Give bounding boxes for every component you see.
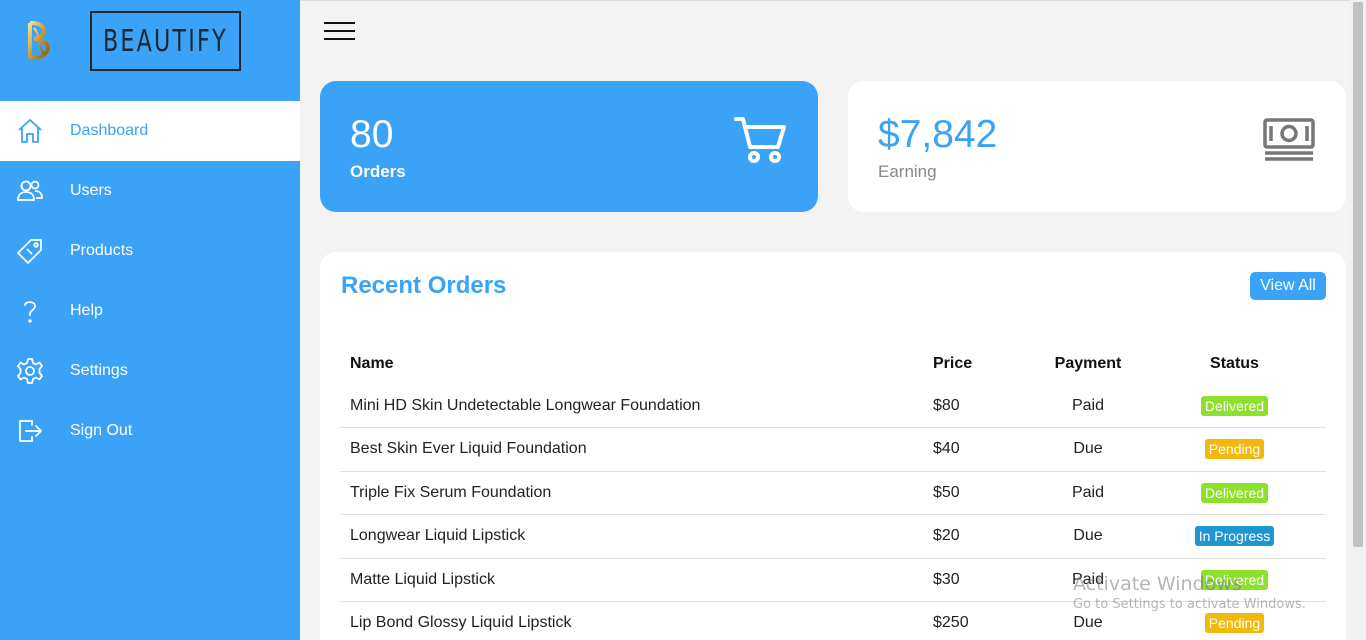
orders-card: 80 Orders	[320, 81, 818, 212]
orders-label: Orders	[350, 162, 406, 181]
status-badge: Delivered	[1200, 482, 1269, 503]
sidebar: BEAUTIFY Dashboard Users Products Help S…	[0, 0, 300, 640]
order-price: $250	[933, 601, 1033, 640]
table-row[interactable]: Triple Fix Serum Foundation $50 Paid Del…	[340, 471, 1326, 515]
order-payment: Paid	[1033, 471, 1143, 515]
windows-activation-watermark: Activate Windows Go to Settings to activ…	[1073, 573, 1306, 612]
table-row[interactable]: Mini HD Skin Undetectable Longwear Found…	[340, 384, 1326, 428]
watermark-subtitle: Go to Settings to activate Windows.	[1073, 597, 1306, 612]
brand-name: BEAUTIFY	[103, 23, 228, 59]
users-icon	[17, 180, 43, 201]
sidebar-item-label: Users	[70, 182, 112, 199]
sidebar-item-label: Dashboard	[70, 122, 149, 139]
vertical-scrollbar[interactable]	[1350, 0, 1366, 640]
order-name: Matte Liquid Lipstick	[340, 558, 933, 602]
order-name: Mini HD Skin Undetectable Longwear Found…	[340, 384, 933, 428]
order-price: $50	[933, 471, 1033, 515]
column-header-status[interactable]: Status	[1143, 344, 1326, 384]
sidebar-item-settings[interactable]: Settings	[0, 341, 300, 401]
main-content: 80 Orders $7,842 Earning Recent Orders V…	[300, 0, 1350, 640]
money-icon	[1263, 118, 1315, 161]
scrollbar-thumb[interactable]	[1353, 2, 1363, 547]
sign-out-icon	[19, 420, 42, 442]
earning-card: $7,842 Earning	[848, 81, 1346, 212]
order-price: $80	[933, 384, 1033, 428]
order-price: $40	[933, 427, 1033, 472]
column-header-name[interactable]: Name	[340, 344, 933, 384]
sidebar-item-help[interactable]: Help	[0, 281, 300, 341]
sidebar-item-products[interactable]: Products	[0, 221, 300, 281]
brand-wordmark[interactable]: BEAUTIFY	[90, 11, 241, 71]
table-header-row: Name Price Payment Status	[340, 344, 1326, 384]
sidebar-item-sign-out[interactable]: Sign Out	[0, 401, 300, 461]
earning-value: $7,842	[878, 113, 998, 156]
tag-icon	[17, 239, 42, 264]
column-header-price[interactable]: Price	[933, 344, 1033, 384]
brand-header: BEAUTIFY	[0, 0, 300, 101]
order-name: Best Skin Ever Liquid Foundation	[340, 427, 933, 472]
hamburger-icon[interactable]	[324, 22, 355, 42]
recent-orders-title: Recent Orders	[341, 272, 507, 299]
sidebar-item-label: Products	[70, 242, 134, 259]
question-icon	[24, 301, 36, 323]
order-payment: Due	[1033, 427, 1143, 472]
order-payment: Due	[1033, 514, 1143, 559]
sidebar-item-dashboard[interactable]: Dashboard	[0, 101, 300, 161]
table-row[interactable]: Longwear Liquid Lipstick $20 Due In Prog…	[340, 514, 1326, 559]
order-price: $30	[933, 558, 1033, 602]
order-name: Triple Fix Serum Foundation	[340, 471, 933, 515]
sidebar-item-label: Settings	[70, 362, 128, 379]
order-name: Longwear Liquid Lipstick	[340, 514, 933, 559]
status-badge: Pending	[1204, 613, 1265, 634]
order-name: Lip Bond Glossy Liquid Lipstick	[340, 601, 933, 640]
status-badge: Delivered	[1200, 395, 1269, 416]
order-price: $20	[933, 514, 1033, 559]
top-divider	[300, 0, 1350, 1]
sidebar-item-users[interactable]: Users	[0, 161, 300, 221]
order-payment: Paid	[1033, 384, 1143, 428]
cart-icon	[734, 117, 786, 163]
table-row[interactable]: Best Skin Ever Liquid Foundation $40 Due…	[340, 427, 1326, 472]
gear-icon	[17, 358, 43, 384]
b-monogram-logo	[28, 20, 50, 60]
home-icon	[18, 119, 42, 143]
watermark-title: Activate Windows	[1073, 573, 1242, 595]
sidebar-item-label: Help	[70, 302, 103, 319]
status-badge: In Progress	[1194, 526, 1275, 547]
status-badge: Pending	[1204, 439, 1265, 460]
view-all-button[interactable]: View All	[1250, 272, 1326, 300]
column-header-payment[interactable]: Payment	[1033, 344, 1143, 384]
sidebar-item-label: Sign Out	[70, 422, 133, 439]
earning-label: Earning	[878, 162, 937, 181]
orders-count: 80	[350, 113, 394, 156]
